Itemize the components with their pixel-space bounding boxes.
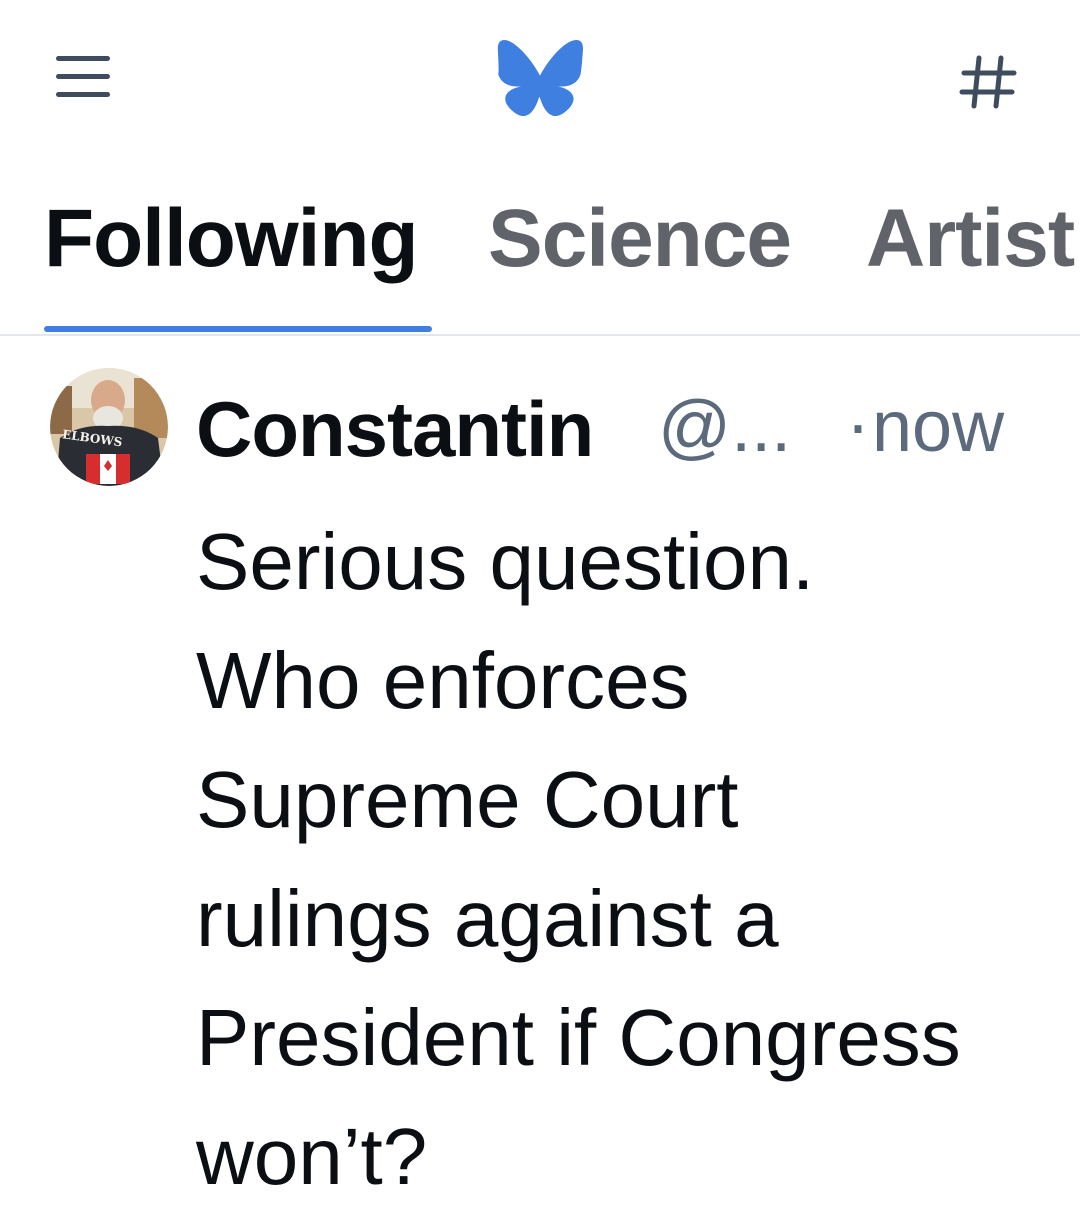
post-text-line: won’t? [196, 1112, 428, 1201]
post-text-line: President if Congress [196, 993, 961, 1082]
hamburger-menu-icon[interactable] [50, 50, 116, 106]
avatar-image: ELBOWS [50, 368, 168, 486]
tab-artist[interactable]: Artist [866, 192, 1075, 286]
post-timestamp[interactable]: now [872, 386, 1004, 468]
tab-science[interactable]: Science [488, 192, 792, 286]
hashtag-glyph [959, 55, 1017, 109]
active-tab-indicator [44, 326, 432, 332]
post-text-line: rulings against a [196, 874, 779, 963]
author-name[interactable]: Constantin [196, 384, 594, 475]
post-text-line: Supreme Court [196, 755, 739, 844]
separator-dot: · [846, 385, 870, 465]
feed-tabs: Following Science Artist [0, 180, 1080, 336]
post[interactable]: ELBOWS Constantin @... · now Serious que… [0, 336, 1080, 1208]
hashtag-icon[interactable] [952, 46, 1024, 118]
post-header: Constantin @... · now [196, 384, 1056, 484]
butterfly-logo-icon[interactable] [497, 40, 583, 116]
post-text-line: Serious question. [196, 517, 815, 606]
tab-following[interactable]: Following [44, 192, 419, 286]
post-text-line: Who enforces [196, 636, 690, 725]
post-text: Serious question. Who enforces Supreme C… [196, 502, 1056, 1216]
avatar[interactable]: ELBOWS [50, 368, 168, 486]
top-bar [0, 0, 1080, 160]
author-handle[interactable]: @... [658, 386, 791, 468]
